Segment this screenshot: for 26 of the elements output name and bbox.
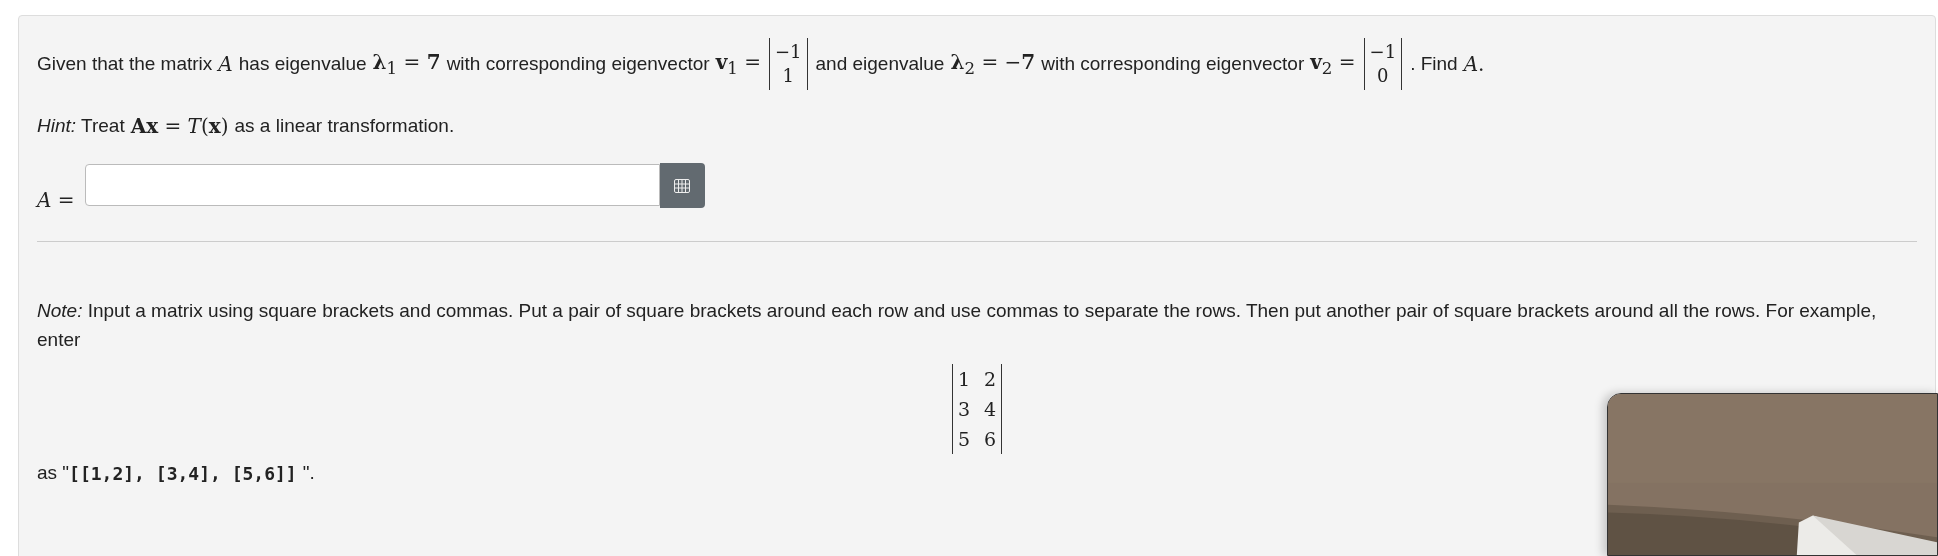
math-expression: v$_{1}$ = <box>715 50 761 78</box>
math-expression: v$_{2}$ = <box>1310 50 1356 78</box>
hint-text: Hint: Treat <box>37 115 125 137</box>
code-example: [[1,2], [3,4], [5,6]] <box>69 462 297 484</box>
answer-field[interactable] <box>84 164 660 206</box>
example-text: as " <box>37 462 70 484</box>
matrix-input-button[interactable] <box>659 163 705 208</box>
math-expression: Ax = T(x) <box>130 114 229 138</box>
answer-label: A = <box>37 188 75 212</box>
math-expression: A. <box>1463 52 1485 76</box>
column-vector: −1 1 <box>769 38 808 90</box>
question-text: . Find <box>1410 53 1458 75</box>
question-text: Given that the matrix <box>37 53 213 75</box>
math-expression: A <box>218 52 233 76</box>
question-text: with corresponding eigenvector <box>1041 53 1305 75</box>
math-expression: λ$_{1}$ = 7 <box>372 50 441 78</box>
math-expression: λ$_{2}$ = −7 <box>950 50 1036 78</box>
grid-icon <box>674 178 691 193</box>
hint-text: as a linear transformation. <box>234 115 455 137</box>
question-text: with corresponding eigenvector <box>446 53 710 75</box>
question-text: has eigenvalue <box>238 53 367 75</box>
example-text: ". <box>302 462 315 484</box>
column-vector: −1 0 <box>1363 38 1403 90</box>
example-matrix: 1 2 3 4 5 6 <box>951 364 1003 454</box>
question-text: and eigenvalue <box>815 53 945 75</box>
note-text: Note: Input a matrix using square brackets and commas. Put a pair of square brackets around each row and use commas to separate the rows. Then put another pair of square brackets around all the rows. For example, enter <box>37 299 1878 352</box>
